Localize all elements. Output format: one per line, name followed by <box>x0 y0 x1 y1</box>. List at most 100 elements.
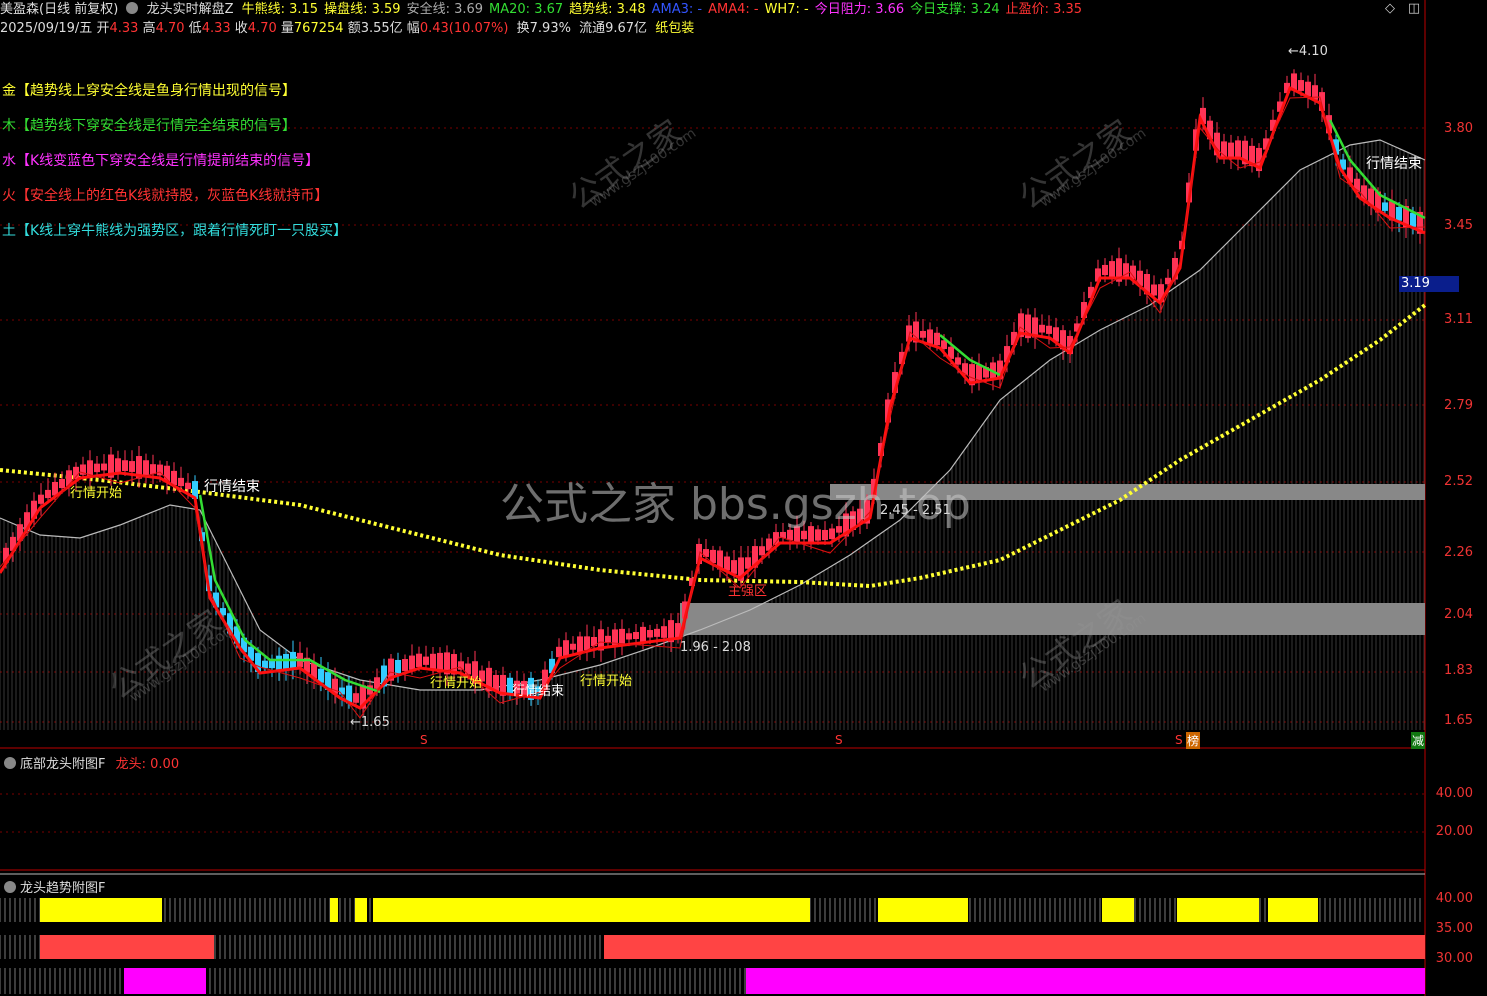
sub-panel-2-tick-35: 35.00 <box>1435 921 1473 936</box>
sub-panel-1-value: 0.00 <box>150 757 180 772</box>
indicator-values: 牛熊线: 3.15 操盘线: 3.59 安全线: 3.69 MA20: 3.67 趋势线… <box>242 2 1088 17</box>
candle-body <box>1102 264 1108 276</box>
indicator-value-4: 趋势线: 3.48 <box>569 2 646 17</box>
candle-body <box>94 463 100 473</box>
stock-name[interactable]: 美盈森(日线 前复权) <box>0 2 118 17</box>
candle-body <box>339 687 345 695</box>
sub-panel-2-menu-icon[interactable] <box>4 881 16 893</box>
change-value: 0.43(10.07%) <box>419 21 509 36</box>
candle-body <box>101 463 107 471</box>
candle-body <box>920 330 926 338</box>
window-toggle-icon[interactable]: ◫ <box>1407 2 1421 16</box>
low-marker: ←1.65 <box>350 715 390 730</box>
sub-panel-1-menu-icon[interactable] <box>4 757 16 769</box>
close-label: 收 <box>234 21 248 36</box>
diamond-icon[interactable]: ◇ <box>1383 2 1397 16</box>
legend-line-3: 火【安全线上的红色K线就持股，灰蓝色K线就持币】 <box>2 188 329 204</box>
candle-body <box>612 629 618 647</box>
high-value: 4.70 <box>155 21 185 36</box>
candle-body <box>150 464 156 475</box>
sector-label[interactable]: 纸包装 <box>655 21 694 36</box>
candle-body <box>178 477 184 487</box>
legend-line-0: 金【趋势线上穿安全线是鱼身行情出现的信号】 <box>2 83 296 99</box>
candle-body <box>171 470 177 486</box>
indicator-value-3: MA20: 3.67 <box>489 2 564 17</box>
indicator-suffix: Z <box>224 2 234 17</box>
turnover-label: 换 <box>516 21 530 36</box>
candle-body <box>955 357 961 365</box>
candle-body <box>1410 212 1416 227</box>
candle-body <box>1228 142 1234 158</box>
candle-body <box>353 693 359 703</box>
indicator-value-5: AMA3: - <box>651 2 703 17</box>
magenta-signal-bar-0 <box>124 968 206 994</box>
market-end-label-2: 行情结束 <box>512 684 565 699</box>
candle-body <box>143 460 149 477</box>
bull-bear-line <box>0 303 1427 589</box>
amount-value: 3.55亿 <box>360 21 403 36</box>
yellow-signal-bar-5 <box>1102 898 1134 922</box>
candle-body <box>45 489 51 499</box>
red-signal-bar-0 <box>40 935 214 959</box>
sub-panel-2-title[interactable]: 龙头趋势附图F <box>20 881 105 896</box>
indicator-value-7: WH7: - <box>764 2 809 17</box>
indicator-name[interactable]: 龙头实时解盘 <box>147 2 225 17</box>
candle-body <box>409 655 415 670</box>
bang-marker: 榜 <box>1186 732 1201 749</box>
sub-panel-2-tick-40: 40.00 <box>1435 891 1473 906</box>
quote-date: 2025/09/19/五 <box>0 21 93 36</box>
candle-body <box>402 659 408 671</box>
low-label: 低 <box>188 21 202 36</box>
indicator-value-6: AMA4: - <box>708 2 759 17</box>
candle-body <box>185 482 191 490</box>
candle-body <box>423 656 429 665</box>
legend-line-4: 土【K线上穿牛熊线为强势区，跟着行情死盯一只股买】 <box>2 223 348 239</box>
sub-panel-1-tick-40: 40.00 <box>1435 786 1473 801</box>
indicator-value-0: 牛熊线: 3.15 <box>241 2 319 17</box>
indicator-menu-icon[interactable] <box>126 2 139 14</box>
candle-body <box>1305 81 1311 97</box>
s-marker-2: S <box>835 733 843 747</box>
candle-body <box>759 546 765 556</box>
candle-body <box>1396 206 1402 221</box>
candle-body <box>122 460 128 472</box>
candle-body <box>129 461 135 472</box>
high-label: 高 <box>142 21 156 36</box>
indicator-value-2: 安全线: 3.69 <box>406 2 484 17</box>
yellow-signal-bar-1 <box>330 898 338 922</box>
candle-body <box>430 653 436 670</box>
sub-panel-1-tick-20: 20.00 <box>1435 824 1473 839</box>
jian-marker: 减 <box>1411 732 1426 749</box>
market-start-label-1: 行情开始 <box>70 486 123 501</box>
candle-body <box>1221 141 1227 159</box>
magenta-signal-bar-1 <box>746 968 1425 994</box>
sub-panel-1-header: 底部龙头附图F 龙头: 0.00 <box>4 753 179 772</box>
indicator-value-8: 今日阻力: 3.66 <box>814 2 905 17</box>
yellow-signal-bar-0 <box>40 898 162 922</box>
high-marker: ←4.10 <box>1288 44 1328 59</box>
yellow-signal-bar-7 <box>1268 898 1318 922</box>
close-value: 4.70 <box>247 21 277 36</box>
candle-body <box>416 653 422 667</box>
candle-body <box>395 659 401 675</box>
indicator-value-10: 止盈价: 3.35 <box>1005 2 1083 17</box>
price-tick-6: 2.04 <box>1444 607 1473 622</box>
candle-body <box>640 626 646 643</box>
price-tick-8: 1.65 <box>1444 713 1473 728</box>
candle-body <box>661 626 667 638</box>
candle-body <box>59 478 65 489</box>
change-label: 幅 <box>406 21 420 36</box>
price-tick-0: 3.80 <box>1444 121 1473 136</box>
candle-body <box>1298 80 1304 91</box>
price-tick-1: 3.45 <box>1444 218 1473 233</box>
open-value: 4.33 <box>109 21 139 36</box>
candle-body <box>731 560 737 574</box>
sub-panel-1-title[interactable]: 底部龙头附图F <box>20 757 105 772</box>
candle-body <box>1151 284 1157 296</box>
candle-body <box>584 636 590 651</box>
band-lower-label: 1.96 - 2.08 <box>680 640 751 655</box>
price-tick-5: 2.26 <box>1444 545 1473 560</box>
yellow-signal-bar-2 <box>355 898 367 922</box>
sub-panel-1-value-label: 龙头: <box>115 757 147 772</box>
legend-line-1: 木【趋势线下穿安全线是行情完全结束的信号】 <box>2 118 296 134</box>
